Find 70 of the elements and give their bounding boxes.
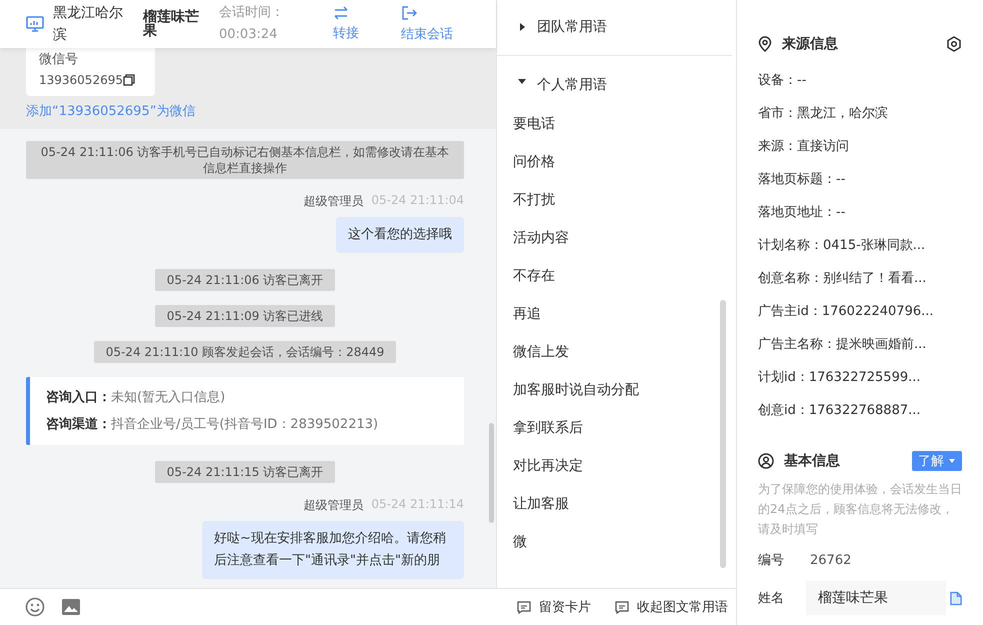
inquiry-info-text: 咨询入口：未知(暂无入口信息)	[46, 388, 226, 407]
name-input-field[interactable]: 榴莲味芒果	[806, 581, 946, 615]
source-info-text: 来源：直接访问	[758, 138, 850, 156]
message-bubble: 好哒~现在安排客服加您介绍哈。请您稍后注意查看一下"通讯录"并点击"新的朋	[202, 521, 464, 579]
swap-arrows-icon	[333, 6, 349, 20]
visitor-name: 榴莲味芒果	[143, 10, 200, 38]
user-icon	[758, 453, 774, 469]
field-label: 姓名	[758, 590, 785, 607]
source-info-text: 计划id：176322725599...	[758, 369, 922, 387]
sender-name: 超级管理员	[303, 193, 364, 210]
system-notice: 05-24 21:11:06 访客已离开	[154, 269, 336, 291]
message-icon	[517, 600, 531, 614]
wechat-label: 微信号	[39, 51, 79, 69]
system-notice: 05-24 21:11:06 访客手机号已自动标记右侧基本信息栏，如需修改请在基本信息栏直接操作	[26, 141, 464, 179]
source-info-text: 创意id：176322768887...	[758, 402, 922, 420]
phrase-item[interactable]: 不存在	[513, 257, 555, 295]
caret-down-icon	[517, 76, 527, 86]
phrase-item[interactable]: 微信上发	[513, 333, 569, 371]
phrase-item[interactable]: 要电话	[513, 105, 555, 143]
caret-right-icon	[517, 22, 527, 32]
phrase-item[interactable]: 活动内容	[513, 219, 569, 257]
phrase-item[interactable]: 微	[513, 523, 527, 561]
source-info-text: 落地页地址：--	[758, 204, 846, 222]
wechat-number: 13936052695	[39, 72, 123, 89]
phrase-item[interactable]: 加客服时说自动分配	[513, 371, 639, 409]
footer-button[interactable]: 收起图文常用语	[615, 598, 728, 616]
emoji-icon[interactable]	[25, 597, 45, 617]
phrase-item[interactable]: 对比再决定	[513, 447, 583, 485]
source-info-text: 省市：黑龙江，哈尔滨	[758, 105, 889, 123]
inquiry-info-text: 咨询渠道：抖音企业号/员工号(抖音号ID：2839502213)	[46, 416, 380, 434]
settings-icon[interactable]	[946, 36, 962, 52]
message-time: 05-24 21:11:14	[371, 497, 464, 513]
notice-text: 为了保障您的使用体验，会话发生当日的24点之后，顾客信息将无法修改，请及时填写	[758, 481, 962, 538]
phrase-item[interactable]: 再追	[513, 295, 541, 333]
source-info-text: 计划名称：0415-张琳同款...	[758, 237, 926, 255]
phrase-group-header[interactable]: 团队常用语	[497, 0, 736, 55]
source-info-text: 设备：--	[758, 72, 808, 90]
source-info-text: 落地页标题：--	[758, 171, 846, 189]
system-notice: 05-24 21:11:09 访客已进线	[154, 305, 336, 327]
phrase-item[interactable]: 问价格	[513, 143, 555, 181]
message-icon	[615, 600, 629, 614]
sender-name: 超级管理员	[303, 497, 364, 514]
document-icon[interactable]	[950, 590, 962, 606]
phrase-group-header[interactable]: 个人常用语	[497, 55, 732, 107]
source-info-text: 创意名称：别纠结了！看看...	[758, 270, 928, 288]
section-title: 来源信息	[782, 35, 838, 53]
field-label: 编号	[758, 552, 785, 569]
field-value: 26762	[810, 552, 852, 568]
source-info-text: 广告主名称：提米映画婚前...	[758, 336, 928, 354]
source-info-text: 广告主id：176022240796...	[758, 303, 935, 321]
section-title: 基本信息	[784, 452, 840, 470]
phrase-item[interactable]: 让加客服	[513, 485, 569, 523]
system-notice: 05-24 21:11:10 顾客发起会话，会话编号：28449	[94, 341, 396, 363]
footer-button[interactable]: 留资卡片	[517, 598, 591, 616]
duration-label: 会话时间：	[219, 4, 285, 22]
location-pin-icon	[758, 36, 772, 52]
message-bubble: 这个看您的选择哦	[336, 217, 464, 253]
image-icon[interactable]	[61, 598, 81, 616]
visitor-location: 黑龙江哈尔滨	[53, 4, 124, 45]
monitor-icon	[26, 16, 44, 32]
phrase-item[interactable]: 不打扰	[513, 181, 555, 219]
caret-down-icon	[948, 458, 956, 464]
phrase-item[interactable]: 拿到联系后	[513, 409, 583, 447]
scrollbar[interactable]	[489, 423, 494, 523]
system-notice: 05-24 21:11:15 访客已离开	[154, 461, 336, 483]
duration-value: 00:03:24	[219, 26, 278, 44]
scrollbar[interactable]	[720, 300, 726, 568]
copy-icon[interactable]	[122, 74, 135, 86]
message-time: 05-24 21:11:04	[371, 193, 464, 209]
exit-icon	[401, 5, 417, 21]
